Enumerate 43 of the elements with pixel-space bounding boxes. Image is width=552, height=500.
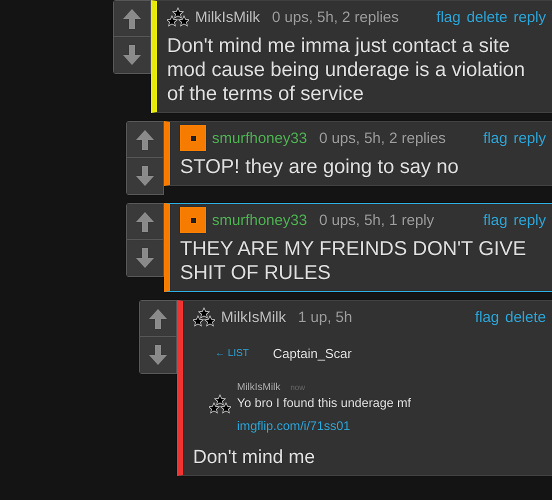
- upvote-button[interactable]: [140, 301, 176, 337]
- comment-meta: 0 ups, 5h, 2 replies: [272, 8, 399, 26]
- username[interactable]: smurfhoney33: [212, 212, 308, 228]
- username[interactable]: MilkIsMilk: [221, 308, 286, 326]
- up-arrow-icon: [135, 210, 155, 232]
- up-arrow-icon: [135, 128, 155, 150]
- up-arrow-icon: [122, 8, 142, 30]
- stars-avatar-icon: [193, 307, 215, 327]
- square-avatar-icon: [180, 125, 206, 151]
- upvote-button[interactable]: [127, 122, 163, 158]
- message-link[interactable]: imgflip.com/i/71ss01: [237, 419, 411, 433]
- comment-text: THEY ARE MY FREINDS DON'T GIVE SHIT OF RULES: [180, 237, 528, 285]
- action-link[interactable]: flag: [474, 308, 500, 326]
- message-text: Yo bro I found this underage mf: [237, 396, 411, 410]
- comment-meta: 0 ups, 5h, 1 reply: [319, 212, 434, 228]
- username[interactable]: smurfhoney33: [212, 130, 308, 146]
- chat-title: Captain_Scar: [272, 346, 352, 360]
- upvote-button[interactable]: [114, 1, 150, 37]
- back-link[interactable]: ← LIST: [215, 348, 249, 358]
- stars-avatar-icon: [209, 394, 231, 414]
- action-link[interactable]: flag: [483, 212, 508, 228]
- stars-avatar-icon: [167, 7, 189, 27]
- down-arrow-icon: [135, 247, 155, 269]
- square-avatar-icon: [180, 207, 206, 233]
- upvote-button[interactable]: [127, 204, 163, 240]
- up-arrow-icon: [148, 308, 168, 330]
- action-link[interactable]: reply: [513, 130, 546, 146]
- comment-text: STOP! they are going to say no: [180, 155, 460, 179]
- down-arrow-icon: [148, 344, 168, 366]
- comment-text: Don't mind me imma just contact a site mod cause being underage is a violation of the terms of service: [167, 34, 526, 106]
- message-username: MilkIsMilk: [237, 382, 280, 393]
- action-link[interactable]: delete: [505, 308, 546, 326]
- comment-meta: 1 up, 5h: [298, 308, 352, 326]
- down-arrow-icon: [122, 44, 142, 66]
- action-link[interactable]: flag: [436, 8, 461, 26]
- down-arrow-icon: [135, 165, 155, 187]
- caption-text: Don't mind me: [193, 447, 316, 469]
- comment-meta: 0 ups, 5h, 2 replies: [319, 130, 446, 146]
- action-link[interactable]: reply: [513, 8, 546, 26]
- action-link[interactable]: flag: [483, 130, 508, 146]
- action-link[interactable]: delete: [466, 8, 508, 26]
- username[interactable]: MilkIsMilk: [195, 8, 260, 26]
- action-link[interactable]: reply: [513, 212, 546, 228]
